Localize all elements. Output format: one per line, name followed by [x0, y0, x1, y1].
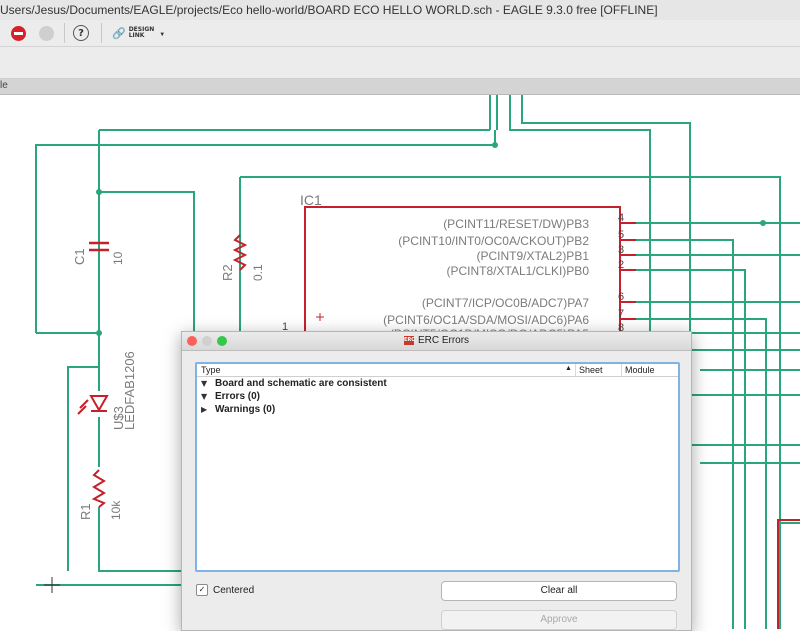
column-header-type[interactable]: Type — [201, 365, 221, 375]
window-title: Users/Jesus/Documents/EAGLE/projects/Eco… — [0, 3, 658, 17]
approve-button[interactable]: Approve — [441, 610, 677, 630]
crosshair-cursor — [44, 577, 60, 593]
tree-row-errors[interactable]: ▼ Errors (0) — [201, 391, 260, 402]
c1-name-label: C1 — [72, 248, 87, 265]
r2-value-label: 0.1 — [251, 264, 265, 281]
led-value-label: LEDFAB1206 — [122, 351, 137, 430]
tree-row-label: Errors (0) — [215, 391, 261, 402]
erc-app-icon: ERC — [403, 336, 415, 345]
go-icon — [38, 25, 54, 41]
r1-value-label: 10k — [109, 500, 123, 520]
ic1-pin-label: (PCINT11/RESET/DW)PB3 — [443, 217, 589, 231]
erc-results-list[interactable]: Type ▲ Sheet Module ▼ Board and schemati… — [195, 362, 680, 572]
ic1-pin-number: 2 — [618, 259, 624, 271]
dialog-title: ERC ERC Errors — [182, 335, 691, 346]
ic1-pin-number: 7 — [618, 308, 624, 320]
parameter-toolbar — [0, 47, 800, 79]
toolbar-separator — [101, 23, 102, 43]
r1-name-label: R1 — [78, 503, 93, 520]
ic1-pin-label: (PCINT10/INT0/OC0A/CKOUT)PB2 — [398, 234, 589, 248]
disclosure-expanded-icon[interactable]: ▼ — [201, 392, 209, 401]
ic1-name-label: IC1 — [300, 192, 322, 208]
clear-all-button[interactable]: Clear all — [441, 581, 677, 601]
erc-errors-dialog: ERC ERC Errors Type ▲ Sheet Module ▼ Boa… — [181, 331, 692, 631]
c1-value-label: 10 — [111, 251, 125, 265]
sort-ascending-icon: ▲ — [565, 365, 572, 372]
centered-checkbox-row[interactable]: ✓ Centered — [196, 584, 254, 596]
dialog-titlebar: ERC ERC Errors — [182, 332, 691, 351]
plus-marker — [316, 313, 324, 321]
ic1-pin-label: (PCINT6/OC1A/SDA/MOSI/ADC6)PA6 — [383, 313, 589, 327]
link-icon: 🔗 — [112, 26, 126, 40]
resistor-r1-symbol — [91, 469, 106, 508]
ic1-pin-label: (PCINT8/XTAL1/CLKI)PB0 — [447, 264, 590, 278]
r2-name-label: R2 — [220, 264, 235, 281]
column-divider[interactable] — [575, 364, 576, 376]
help-icon: ? — [73, 25, 89, 41]
ic1-pin-label: (PCINT9/XTAL2)PB1 — [477, 249, 590, 263]
column-header-sheet[interactable]: Sheet — [579, 365, 603, 375]
chevron-down-icon: ▼ — [159, 32, 166, 38]
disclosure-expanded-icon[interactable]: ▼ — [201, 379, 209, 388]
ic1-pin-label: (PCINT7/ICP/OC0B/ADC7)PA7 — [422, 296, 589, 310]
ic1-pin-number: 6 — [618, 291, 624, 303]
stop-button[interactable] — [8, 23, 28, 43]
ic1-pin-number: 3 — [618, 244, 624, 256]
column-divider[interactable] — [621, 364, 622, 376]
help-button[interactable]: ? — [71, 23, 91, 43]
offscreen-part — [777, 519, 800, 629]
tree-row-warnings[interactable]: ▶ Warnings (0) — [201, 404, 275, 415]
dialog-title-text: ERC Errors — [417, 335, 470, 346]
sheet-tab-label: le — [0, 80, 8, 91]
disclosure-collapsed-icon[interactable]: ▶ — [201, 405, 209, 414]
tree-row-label: Board and schematic are consistent — [215, 378, 387, 389]
design-link-button[interactable]: 🔗 DESIGN LINK ▼ — [112, 25, 165, 41]
stop-icon — [10, 25, 26, 41]
ic1-pin-number: 4 — [618, 212, 624, 224]
tree-row-label: Warnings (0) — [215, 404, 276, 415]
centered-label: Centered — [213, 584, 255, 596]
led-symbol — [77, 395, 109, 415]
sheet-tab-strip: le — [0, 79, 800, 95]
centered-checkbox[interactable]: ✓ — [196, 584, 208, 596]
window-titlebar: Users/Jesus/Documents/EAGLE/projects/Eco… — [0, 0, 800, 21]
design-link-label: DESIGN LINK — [128, 26, 155, 39]
go-button[interactable] — [36, 23, 56, 43]
column-header-module[interactable]: Module — [625, 365, 655, 375]
toolbar-separator — [64, 23, 65, 43]
ic1-pin-number: 5 — [618, 229, 624, 241]
list-header: Type ▲ Sheet Module — [197, 364, 678, 377]
tree-row-consistency[interactable]: ▼ Board and schematic are consistent — [201, 378, 387, 389]
